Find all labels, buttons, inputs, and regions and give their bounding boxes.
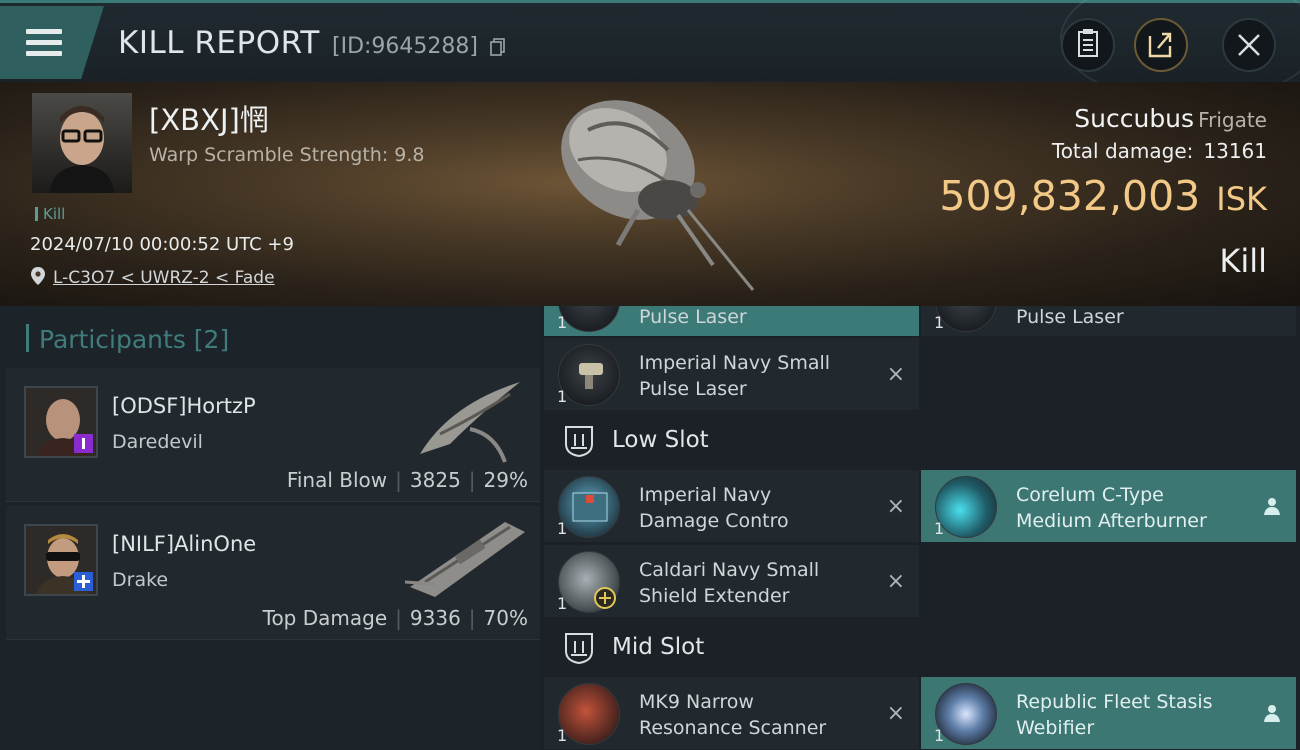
participant-percent: 70% xyxy=(483,606,528,630)
participants-panel: Participants [2] [ODSF]HortzP Daredevil … xyxy=(0,306,540,750)
kill-tag: Kill xyxy=(35,205,65,223)
pulse-laser-icon xyxy=(558,306,620,332)
participant-damage: 3825 xyxy=(409,468,461,492)
module-qty: 1 xyxy=(934,519,945,538)
shield-extender-icon xyxy=(558,551,620,613)
isk-value: 509,832,003 ISK xyxy=(939,172,1267,220)
pilot-icon xyxy=(1264,705,1280,722)
page-title: KILL REPORT xyxy=(118,25,320,61)
module-item[interactable]: 1 Imperial Navy Small Pulse Laser × xyxy=(544,338,919,410)
module-item[interactable]: 1 Imperial Navy Damage Contro × xyxy=(544,470,919,542)
low-slot-label: Low Slot xyxy=(612,427,709,453)
location-link[interactable]: L-C3O7 < UWRZ-2 < Fade xyxy=(53,268,275,288)
close-icon xyxy=(1238,34,1260,56)
module-item[interactable]: 1 Pulse Laser xyxy=(921,306,1296,336)
participant-ship: Daredevil xyxy=(112,431,203,453)
corp-badge-icon xyxy=(74,572,93,591)
module-qty: 1 xyxy=(934,313,945,332)
top-bar: KILL REPORT [ID:9645288] xyxy=(0,0,1300,103)
share-icon xyxy=(1148,32,1172,58)
pilot-icon xyxy=(1264,498,1280,515)
participant-damage: 9336 xyxy=(409,606,461,630)
corp-badge-icon xyxy=(74,434,93,453)
module-qty: 1 xyxy=(557,726,568,745)
damage-control-icon xyxy=(558,476,620,538)
module-name: Pulse Laser xyxy=(1016,306,1124,328)
fitting-panel: 1 Pulse Laser 1 Pulse Laser 1 Imperial N… xyxy=(544,306,1300,750)
share-button[interactable] xyxy=(1134,18,1188,72)
module-qty: 1 xyxy=(557,519,568,538)
victim-banner: [XBXJ]惘 Warp Scramble Strength: 9.8 Kill… xyxy=(0,82,1300,306)
victim-avatar[interactable] xyxy=(32,93,132,193)
pulse-laser-icon xyxy=(558,344,620,406)
low-slot-header: Low Slot xyxy=(544,412,919,470)
participant-name: [NILF]AlinOne xyxy=(112,532,257,556)
total-damage: Total damage: 13161 xyxy=(1052,139,1267,163)
kill-datetime: 2024/07/10 00:00:52 UTC +9 xyxy=(30,234,294,255)
ship-name-text: Succubus xyxy=(1074,104,1195,133)
module-name: MK9 Narrow Resonance Scanner xyxy=(639,691,827,739)
clipboard-icon xyxy=(1078,29,1098,57)
result-label: Kill xyxy=(1219,242,1267,280)
participant-role: Final Blow xyxy=(286,468,388,492)
module-qty: 1 xyxy=(557,594,568,613)
participant-avatar xyxy=(24,524,98,596)
module-name: Pulse Laser xyxy=(639,306,747,328)
clipboard-button[interactable] xyxy=(1061,18,1115,72)
afterburner-icon xyxy=(935,476,997,538)
module-name: Imperial Navy Small Pulse Laser xyxy=(639,352,831,400)
report-id: [ID:9645288] xyxy=(332,34,478,59)
module-item[interactable]: 1 Pulse Laser xyxy=(544,306,919,336)
total-damage-label: Total damage: xyxy=(1051,139,1194,163)
module-qty: 1 xyxy=(557,313,568,332)
module-qty: 1 xyxy=(557,387,568,406)
total-damage-value: 13161 xyxy=(1203,139,1267,163)
participant-ship: Drake xyxy=(112,569,169,591)
copy-icon[interactable] xyxy=(490,38,506,56)
remove-icon[interactable]: × xyxy=(887,494,905,519)
participant-ship-image xyxy=(405,522,525,597)
module-name: Republic Fleet Stasis Webifier xyxy=(1016,691,1213,739)
participant-role: Top Damage xyxy=(262,606,388,630)
module-item[interactable]: 1 MK9 Narrow Resonance Scanner × xyxy=(544,677,919,749)
participant-stats: Final Blow | 3825 | 29% xyxy=(286,468,528,492)
participant-card[interactable]: [ODSF]HortzP Daredevil Final Blow | 3825 | 2… xyxy=(6,368,540,502)
remove-icon[interactable]: × xyxy=(887,701,905,726)
remove-icon[interactable]: × xyxy=(887,362,905,387)
participant-avatar xyxy=(24,386,98,458)
module-name: Imperial Navy Damage Contro xyxy=(639,484,789,532)
mid-slot-icon xyxy=(565,633,593,665)
participant-card[interactable]: [NILF]AlinOne Drake Top Damage | 9336 | 70% xyxy=(6,506,540,640)
ship-class: Frigate xyxy=(1198,108,1267,132)
module-item[interactable]: 1 Caldari Navy Small Shield Extender × xyxy=(544,545,919,617)
participant-percent: 29% xyxy=(483,468,528,492)
warp-scramble-strength: Warp Scramble Strength: 9.8 xyxy=(149,144,425,166)
pulse-laser-icon xyxy=(935,306,997,332)
participant-name: [ODSF]HortzP xyxy=(112,394,256,418)
scanner-icon xyxy=(558,683,620,745)
menu-icon xyxy=(26,29,62,34)
victim-ship-name[interactable]: Succubus Frigate xyxy=(1074,104,1267,133)
module-qty: 1 xyxy=(934,726,945,745)
participant-ship-image xyxy=(420,382,520,463)
mid-slot-label: Mid Slot xyxy=(612,634,705,660)
victim-pilot-name[interactable]: [XBXJ]惘 xyxy=(149,97,269,139)
isk-unit: ISK xyxy=(1216,180,1267,218)
stasis-webifier-icon xyxy=(935,683,997,745)
close-button[interactable] xyxy=(1222,18,1276,72)
module-item[interactable]: 1 Corelum C-Type Medium Afterburner xyxy=(921,470,1296,542)
low-slot-icon xyxy=(565,426,593,458)
participants-heading: Participants [2] xyxy=(26,324,229,354)
module-name: Corelum C-Type Medium Afterburner xyxy=(1016,484,1207,532)
isk-amount: 509,832,003 xyxy=(939,172,1201,220)
remove-icon[interactable]: × xyxy=(887,569,905,594)
participant-stats: Top Damage | 9336 | 70% xyxy=(262,606,528,630)
mid-slot-header: Mid Slot xyxy=(544,619,919,677)
module-item[interactable]: 1 Republic Fleet Stasis Webifier xyxy=(921,677,1296,749)
module-name: Caldari Navy Small Shield Extender xyxy=(639,559,820,607)
menu-button[interactable] xyxy=(0,6,104,79)
victim-ship-image[interactable] xyxy=(548,90,758,295)
location-pin-icon xyxy=(31,267,45,285)
